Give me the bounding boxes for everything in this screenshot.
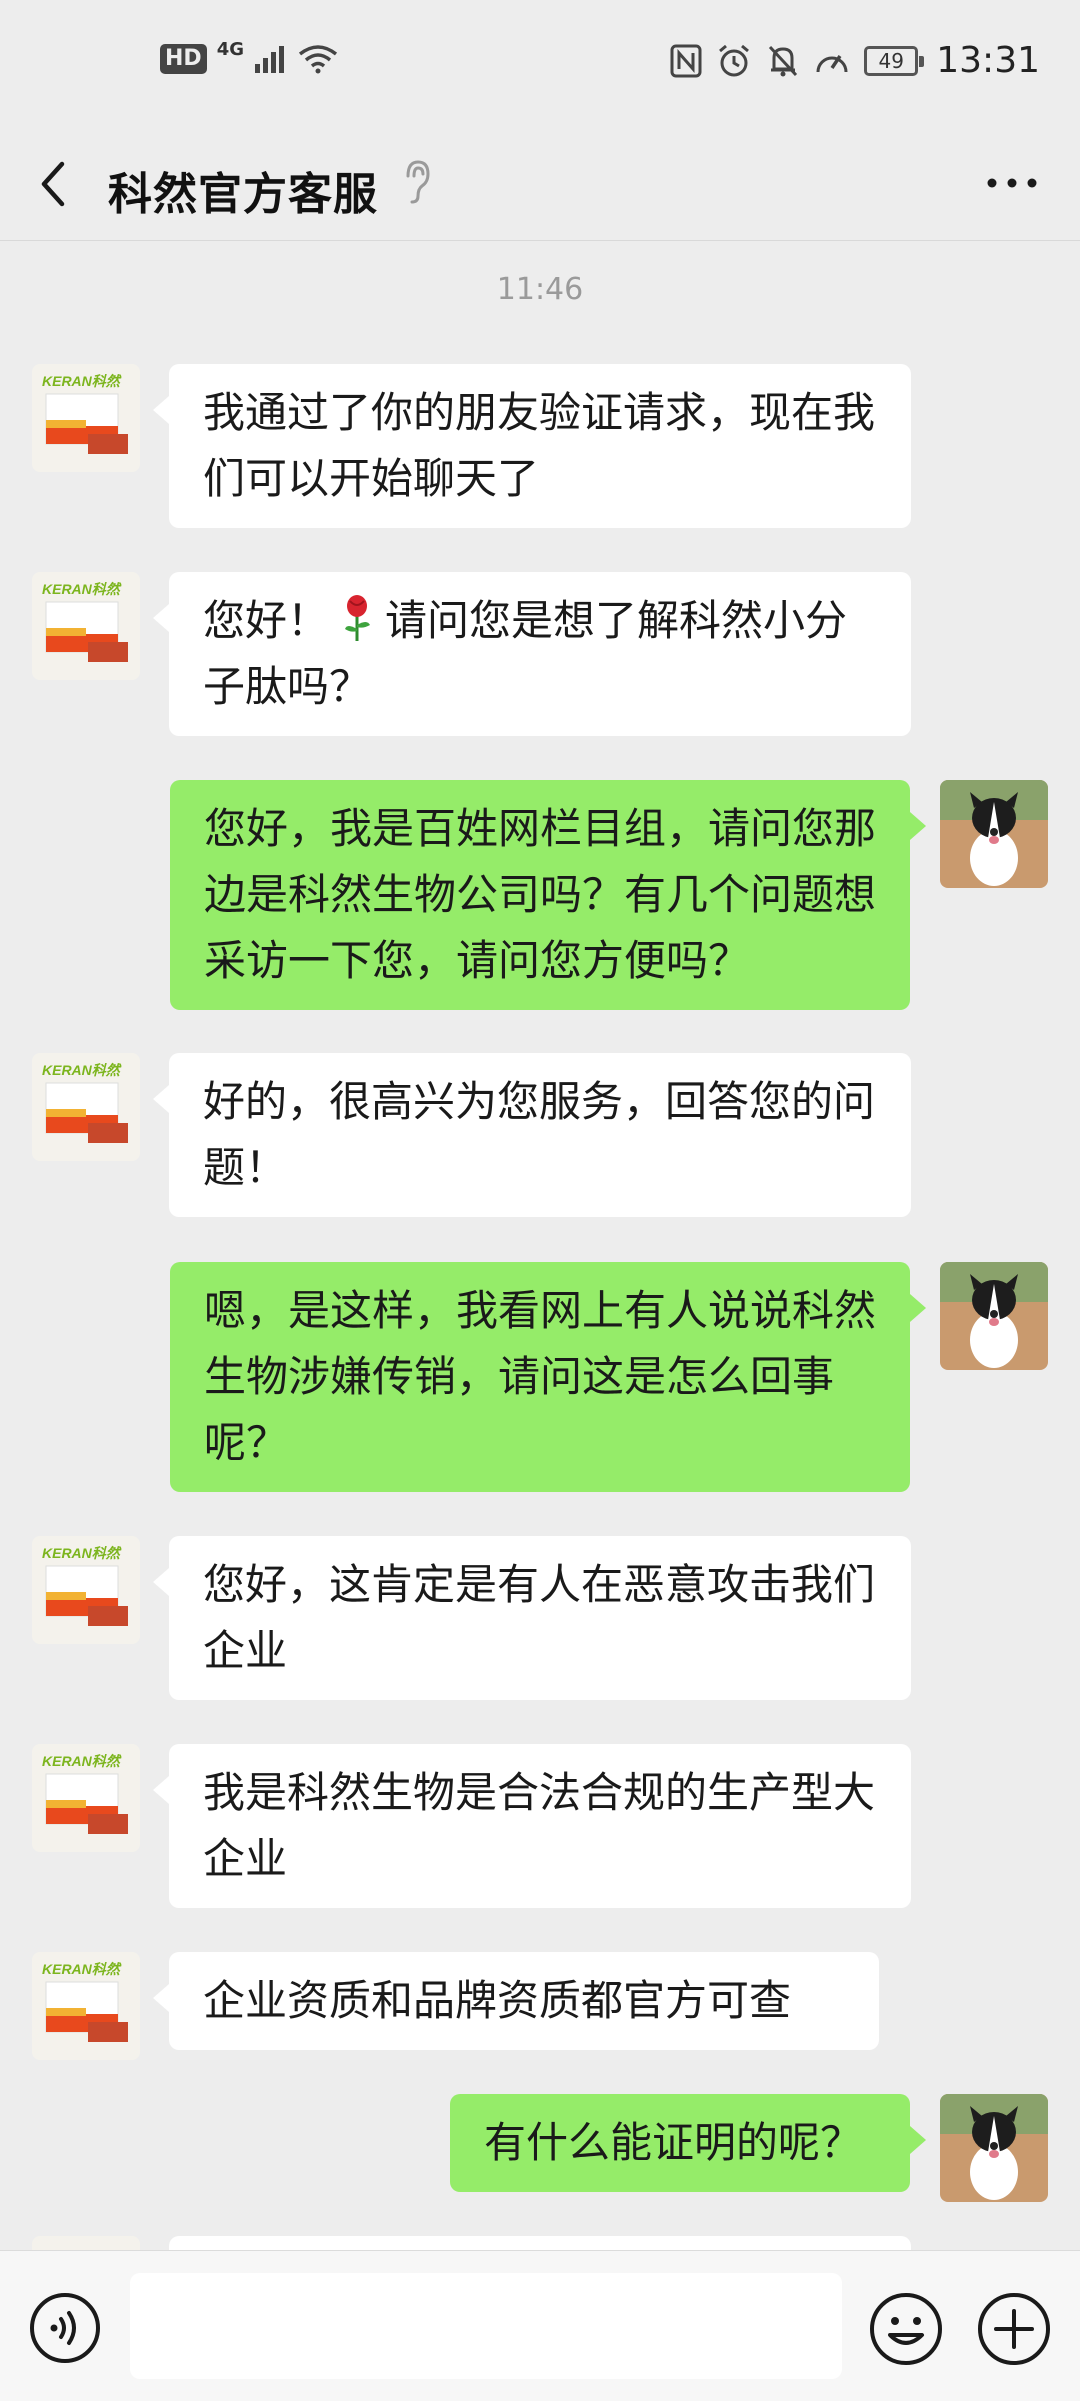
brand-logo-avatar-icon: KERAN科然 xyxy=(32,1053,140,1161)
status-bar-left: HD 4G xyxy=(160,39,338,74)
message-text: 我是科然生物是合法合规的生产型大企业 xyxy=(203,1768,876,1883)
message-bubble[interactable]: 我是科然生物是合法合规的生产型大企业 xyxy=(153,1744,911,1908)
user-avatar[interactable] xyxy=(940,1262,1048,1370)
service-avatar xyxy=(32,2236,140,2250)
message-text: 您好，这肯定是有人在恶意攻击我们企业 xyxy=(203,1560,876,1675)
service-avatar[interactable]: KERAN科然 xyxy=(32,1536,140,1644)
avatar-brand-text: KERAN科然 xyxy=(42,581,122,597)
message-bubble[interactable]: 企业资质和品牌资质都官方可查 xyxy=(153,1952,879,2050)
message-bubble[interactable]: 我通过了你的朋友验证请求，现在我们可以开始聊天了 xyxy=(153,364,911,528)
speed-gauge-icon xyxy=(816,54,848,72)
message-text: 嗯，是这样，我看网上有人说说科然生物涉嫌传销，请问这是怎么回事呢？ xyxy=(204,1286,877,1467)
brand-logo-avatar-icon: KERAN科然 xyxy=(32,1952,140,2060)
message-text: 我通过了你的朋友验证请求，现在我们可以开始聊天了 xyxy=(203,388,876,503)
chat-header: 科然官方客服 xyxy=(0,136,1080,241)
more-dots-icon[interactable] xyxy=(982,168,1042,198)
message-bubble[interactable]: 您好，这肯定是有人在恶意攻击我们企业 xyxy=(153,1536,911,1700)
avatar-brand-text: KERAN科然 xyxy=(42,1961,122,1977)
message-bubble[interactable]: 嗯，是这样，我看网上有人说说科然生物涉嫌传销，请问这是怎么回事呢？ xyxy=(170,1262,926,1492)
message-bubble[interactable]: 您好，我是百姓网栏目组，请问您那边是科然生物公司吗？有几个问题想采访一下您，请问… xyxy=(170,780,926,1010)
service-avatar[interactable]: KERAN科然 xyxy=(32,364,140,472)
plus-icon[interactable] xyxy=(976,2291,1052,2367)
message-bubble[interactable]: 有什么能证明的呢？ xyxy=(450,2094,926,2192)
rose-emoji-icon xyxy=(345,595,371,641)
message-composer xyxy=(0,2250,1080,2401)
message-input[interactable] xyxy=(130,2273,842,2379)
chat-message-list[interactable]: 11:46 KERAN科然 我通过了你的朋友验证请求，现在我们可以开始聊天了 K… xyxy=(0,240,1080,2250)
nfc-icon xyxy=(670,44,702,77)
message-bubble xyxy=(169,2236,911,2250)
signal-icon xyxy=(255,46,284,73)
brand-logo-avatar-icon: KERAN科然 xyxy=(32,1744,140,1852)
dog-avatar-icon xyxy=(940,780,1048,888)
chevron-left-icon[interactable] xyxy=(30,148,76,220)
wifi-icon xyxy=(298,45,338,74)
message-timestamp: 11:46 xyxy=(496,272,584,307)
status-time: 13:31 xyxy=(936,40,1040,81)
user-avatar[interactable] xyxy=(940,780,1048,888)
network-type: 4G xyxy=(216,38,244,60)
emoji-icon[interactable] xyxy=(868,2291,944,2367)
message-text: 企业资质和品牌资质都官方可查 xyxy=(203,1976,792,2025)
hd-badge: HD xyxy=(160,44,207,74)
message-bubble[interactable]: 好的，很高兴为您服务，回答您的问题！ xyxy=(153,1053,911,1217)
status-bar-right: 49 13:31 xyxy=(670,40,1040,81)
message-text: 您好，我是百姓网栏目组，请问您那边是科然生物公司吗？有几个问题想采访一下您，请问… xyxy=(204,804,877,985)
voice-icon[interactable] xyxy=(28,2291,102,2365)
message-text: 您好！ xyxy=(203,596,330,645)
battery-level: 49 xyxy=(878,48,904,73)
service-avatar[interactable]: KERAN科然 xyxy=(32,572,140,680)
dog-avatar-icon xyxy=(940,1262,1048,1370)
brand-logo-avatar-icon: KERAN科然 xyxy=(32,364,140,472)
avatar-brand-text: KERAN科然 xyxy=(42,1753,122,1769)
message-text: 好的，很高兴为您服务，回答您的问题！ xyxy=(203,1077,876,1192)
alarm-icon xyxy=(719,44,750,76)
status-bar: HD 4G 49 13:31 xyxy=(0,0,1080,136)
message-text: 有什么能证明的呢？ xyxy=(484,2118,863,2167)
avatar-brand-text: KERAN科然 xyxy=(42,1062,122,1078)
avatar-brand-text: KERAN科然 xyxy=(42,373,122,389)
avatar-brand-text: KERAN科然 xyxy=(42,1545,122,1561)
message-bubble[interactable]: 您好！ 请问您是想了解科然小分子肽吗？ xyxy=(153,572,911,736)
brand-logo-avatar-icon: KERAN科然 xyxy=(32,572,140,680)
brand-logo-avatar-icon: KERAN科然 xyxy=(32,1536,140,1644)
ear-icon xyxy=(406,160,430,204)
service-avatar[interactable]: KERAN科然 xyxy=(32,1952,140,2060)
battery-indicator: 49 xyxy=(864,45,925,76)
service-avatar[interactable]: KERAN科然 xyxy=(32,1744,140,1852)
chat-title: 科然官方客服 xyxy=(108,169,378,220)
mute-bell-icon xyxy=(769,45,798,76)
dog-avatar-icon xyxy=(940,2094,1048,2202)
user-avatar[interactable] xyxy=(940,2094,1048,2202)
service-avatar[interactable]: KERAN科然 xyxy=(32,1053,140,1161)
